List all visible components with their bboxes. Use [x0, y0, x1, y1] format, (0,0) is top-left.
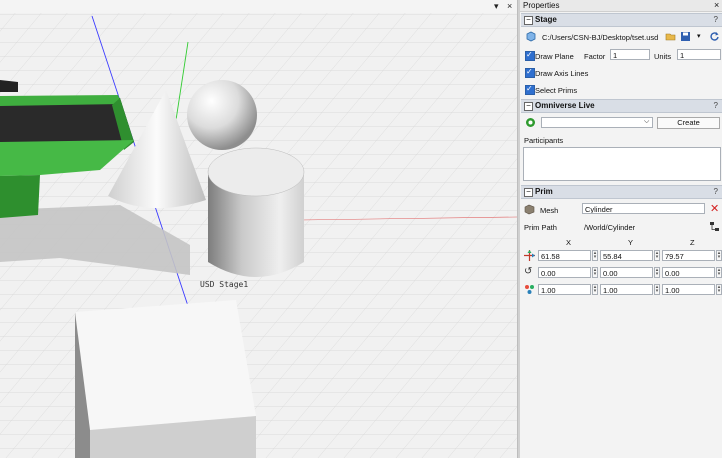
scale-y-spinner[interactable]: ▴ ▾: [654, 284, 660, 295]
column-z-label: Z: [690, 238, 695, 247]
cube-mesh[interactable]: [75, 300, 256, 458]
factor-label: Factor: [584, 52, 606, 61]
units-input[interactable]: 1: [677, 49, 721, 60]
viewport-titlebar: ▾ ×: [0, 0, 517, 14]
draw-plane-label: Draw Plane: [535, 52, 574, 61]
translate-y-spinner[interactable]: ▴ ▾: [654, 250, 660, 261]
panel-close-icon[interactable]: ×: [714, 0, 719, 11]
stage-section-header[interactable]: − Stage ?: [521, 13, 722, 27]
participants-label: Participants: [524, 136, 564, 145]
rotate-x-spinner[interactable]: ▴ ▾: [592, 267, 598, 278]
translate-x-input[interactable]: 61.58: [538, 250, 591, 261]
scale-icon: [525, 285, 534, 294]
prim-name-input[interactable]: Cylinder: [582, 203, 705, 214]
column-y-label: Y: [628, 238, 634, 247]
cylinder-mesh[interactable]: [207, 147, 305, 277]
rotate-z-spinner[interactable]: ▴ ▾: [716, 267, 722, 278]
draw-axis-lines-checkbox[interactable]: [525, 67, 535, 78]
select-prims-label: Select Prims: [535, 86, 578, 95]
help-icon[interactable]: ?: [714, 100, 718, 112]
live-section-header[interactable]: − Omniverse Live ?: [521, 99, 722, 113]
create-button[interactable]: Create: [657, 117, 720, 129]
prim-section-title: Prim: [535, 187, 553, 196]
viewport-menu-icon[interactable]: ▾: [494, 0, 499, 12]
save-dropdown-icon[interactable]: ▾: [697, 32, 701, 40]
stage-label: USD Stage1: [200, 280, 249, 289]
rotate-y-spinner[interactable]: ▴ ▾: [654, 267, 660, 278]
stage-section-title: Stage: [535, 15, 557, 24]
rotate-y-input[interactable]: 0.00: [600, 267, 653, 278]
viewport-close-icon[interactable]: ×: [507, 0, 512, 12]
scale-y-input[interactable]: 1.00: [600, 284, 653, 295]
draw-axis-lines-label: Draw Axis Lines: [535, 69, 589, 78]
properties-panel: Properties × − Stage ? C:/Users/CSN-BJ/D…: [520, 0, 722, 458]
translate-x-spinner[interactable]: ▴ ▾: [592, 250, 598, 261]
panel-title: Properties: [523, 1, 560, 10]
live-server-select[interactable]: [541, 117, 653, 128]
properties-titlebar: Properties ×: [520, 0, 722, 12]
mesh-icon: [524, 204, 535, 215]
scale-x-input[interactable]: 1.00: [538, 284, 591, 295]
scale-x-spinner[interactable]: ▴ ▾: [592, 284, 598, 295]
prim-section-header[interactable]: − Prim ?: [521, 185, 722, 199]
translate-z-spinner[interactable]: ▴ ▾: [716, 250, 722, 261]
rotate-icon: ↺: [524, 266, 533, 277]
translate-icon: [524, 250, 535, 261]
prim-path-value: /World/Cylinder: [584, 223, 636, 232]
dropdown-chevron-icon[interactable]: ⌵: [644, 118, 649, 126]
collapse-icon[interactable]: −: [524, 102, 533, 111]
rotate-z-input[interactable]: 0.00: [662, 267, 715, 278]
draw-plane-checkbox[interactable]: [525, 50, 535, 61]
rotate-x-input[interactable]: 0.00: [538, 267, 591, 278]
sphere-mesh[interactable]: [187, 80, 257, 150]
column-x-label: X: [566, 238, 572, 247]
help-icon[interactable]: ?: [714, 186, 718, 198]
viewport-3d[interactable]: ▾ × USD Stage1: [0, 0, 517, 458]
collapse-icon[interactable]: −: [524, 16, 533, 25]
help-icon[interactable]: ?: [714, 14, 718, 26]
prim-type-label: Mesh: [540, 206, 559, 215]
translate-z-input[interactable]: 79.57: [662, 250, 715, 261]
factor-input[interactable]: 1: [610, 49, 650, 60]
scene-canvas[interactable]: [0, 13, 517, 458]
hierarchy-icon[interactable]: [709, 221, 720, 232]
save-icon[interactable]: [680, 31, 691, 42]
prim-path-label: Prim Path: [524, 223, 557, 232]
translate-y-input[interactable]: 55.84: [600, 250, 653, 261]
live-status-icon: [526, 118, 535, 127]
delete-prim-icon[interactable]: ✕: [710, 202, 719, 215]
collapse-icon[interactable]: −: [524, 188, 533, 197]
select-prims-checkbox[interactable]: [525, 84, 535, 95]
scale-z-input[interactable]: 1.00: [662, 284, 715, 295]
open-folder-icon[interactable]: [665, 31, 677, 42]
live-section-title: Omniverse Live: [535, 101, 595, 110]
file-path-text: C:/Users/CSN-BJ/Desktop/tset.usd: [542, 33, 659, 42]
reload-icon[interactable]: [709, 31, 720, 42]
units-label: Units: [654, 52, 672, 61]
usd-file-icon: [526, 31, 536, 42]
scale-z-spinner[interactable]: ▴ ▾: [716, 284, 722, 295]
participants-list[interactable]: [523, 147, 721, 181]
